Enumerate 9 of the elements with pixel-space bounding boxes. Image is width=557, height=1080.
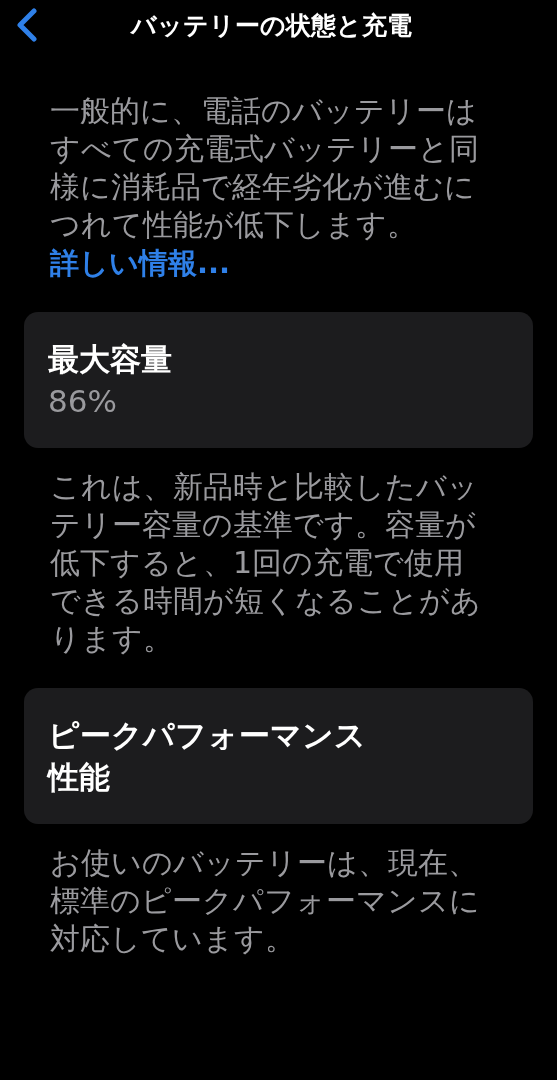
section-description: お使いのバッテリーは、現在、標準のピークパフォーマンスに対応しています。 bbox=[49, 844, 481, 958]
section-title: ピークパフォーマンス性能 bbox=[48, 716, 367, 797]
back-chevron-icon[interactable] bbox=[14, 8, 40, 42]
more-info-link[interactable]: 詳しい情報... bbox=[24, 244, 231, 282]
section-description: これは、新品時と比較したバッテリー容量の基準です。容量が低下すると、1回の充電で使用できる時間が短くなることがあります。 bbox=[49, 468, 482, 658]
intro-text: 一般的に、電話のバッテリーはすべての充電式バッテリーと同様に消耗品で経年劣化が進むにつれて性能が低下します。 bbox=[49, 92, 480, 244]
screen-title: バッテリーの状態と充電 bbox=[129, 9, 413, 42]
section-title: 最大容量 bbox=[48, 340, 173, 379]
capacity-value: 86% bbox=[48, 382, 118, 421]
